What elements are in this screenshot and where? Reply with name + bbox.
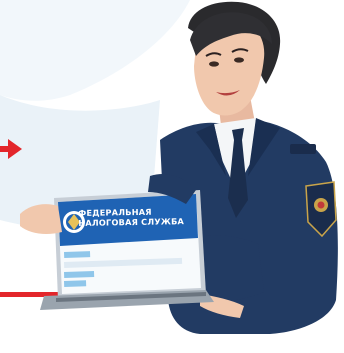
background-wash <box>0 0 190 101</box>
right-eye <box>234 57 244 63</box>
screen-field-4 <box>63 280 87 287</box>
left-eye <box>209 61 219 67</box>
screen-field-1 <box>64 251 91 258</box>
illustration <box>0 0 338 334</box>
screen-field-3 <box>64 270 95 278</box>
shoulder-board <box>290 144 316 154</box>
screen-title: ФЕДЕРАЛЬНАЯ НАЛОГОВАЯ СЛУЖБА <box>78 206 198 228</box>
screen-title-line2: НАЛОГОВАЯ СЛУЖБА <box>78 216 185 228</box>
